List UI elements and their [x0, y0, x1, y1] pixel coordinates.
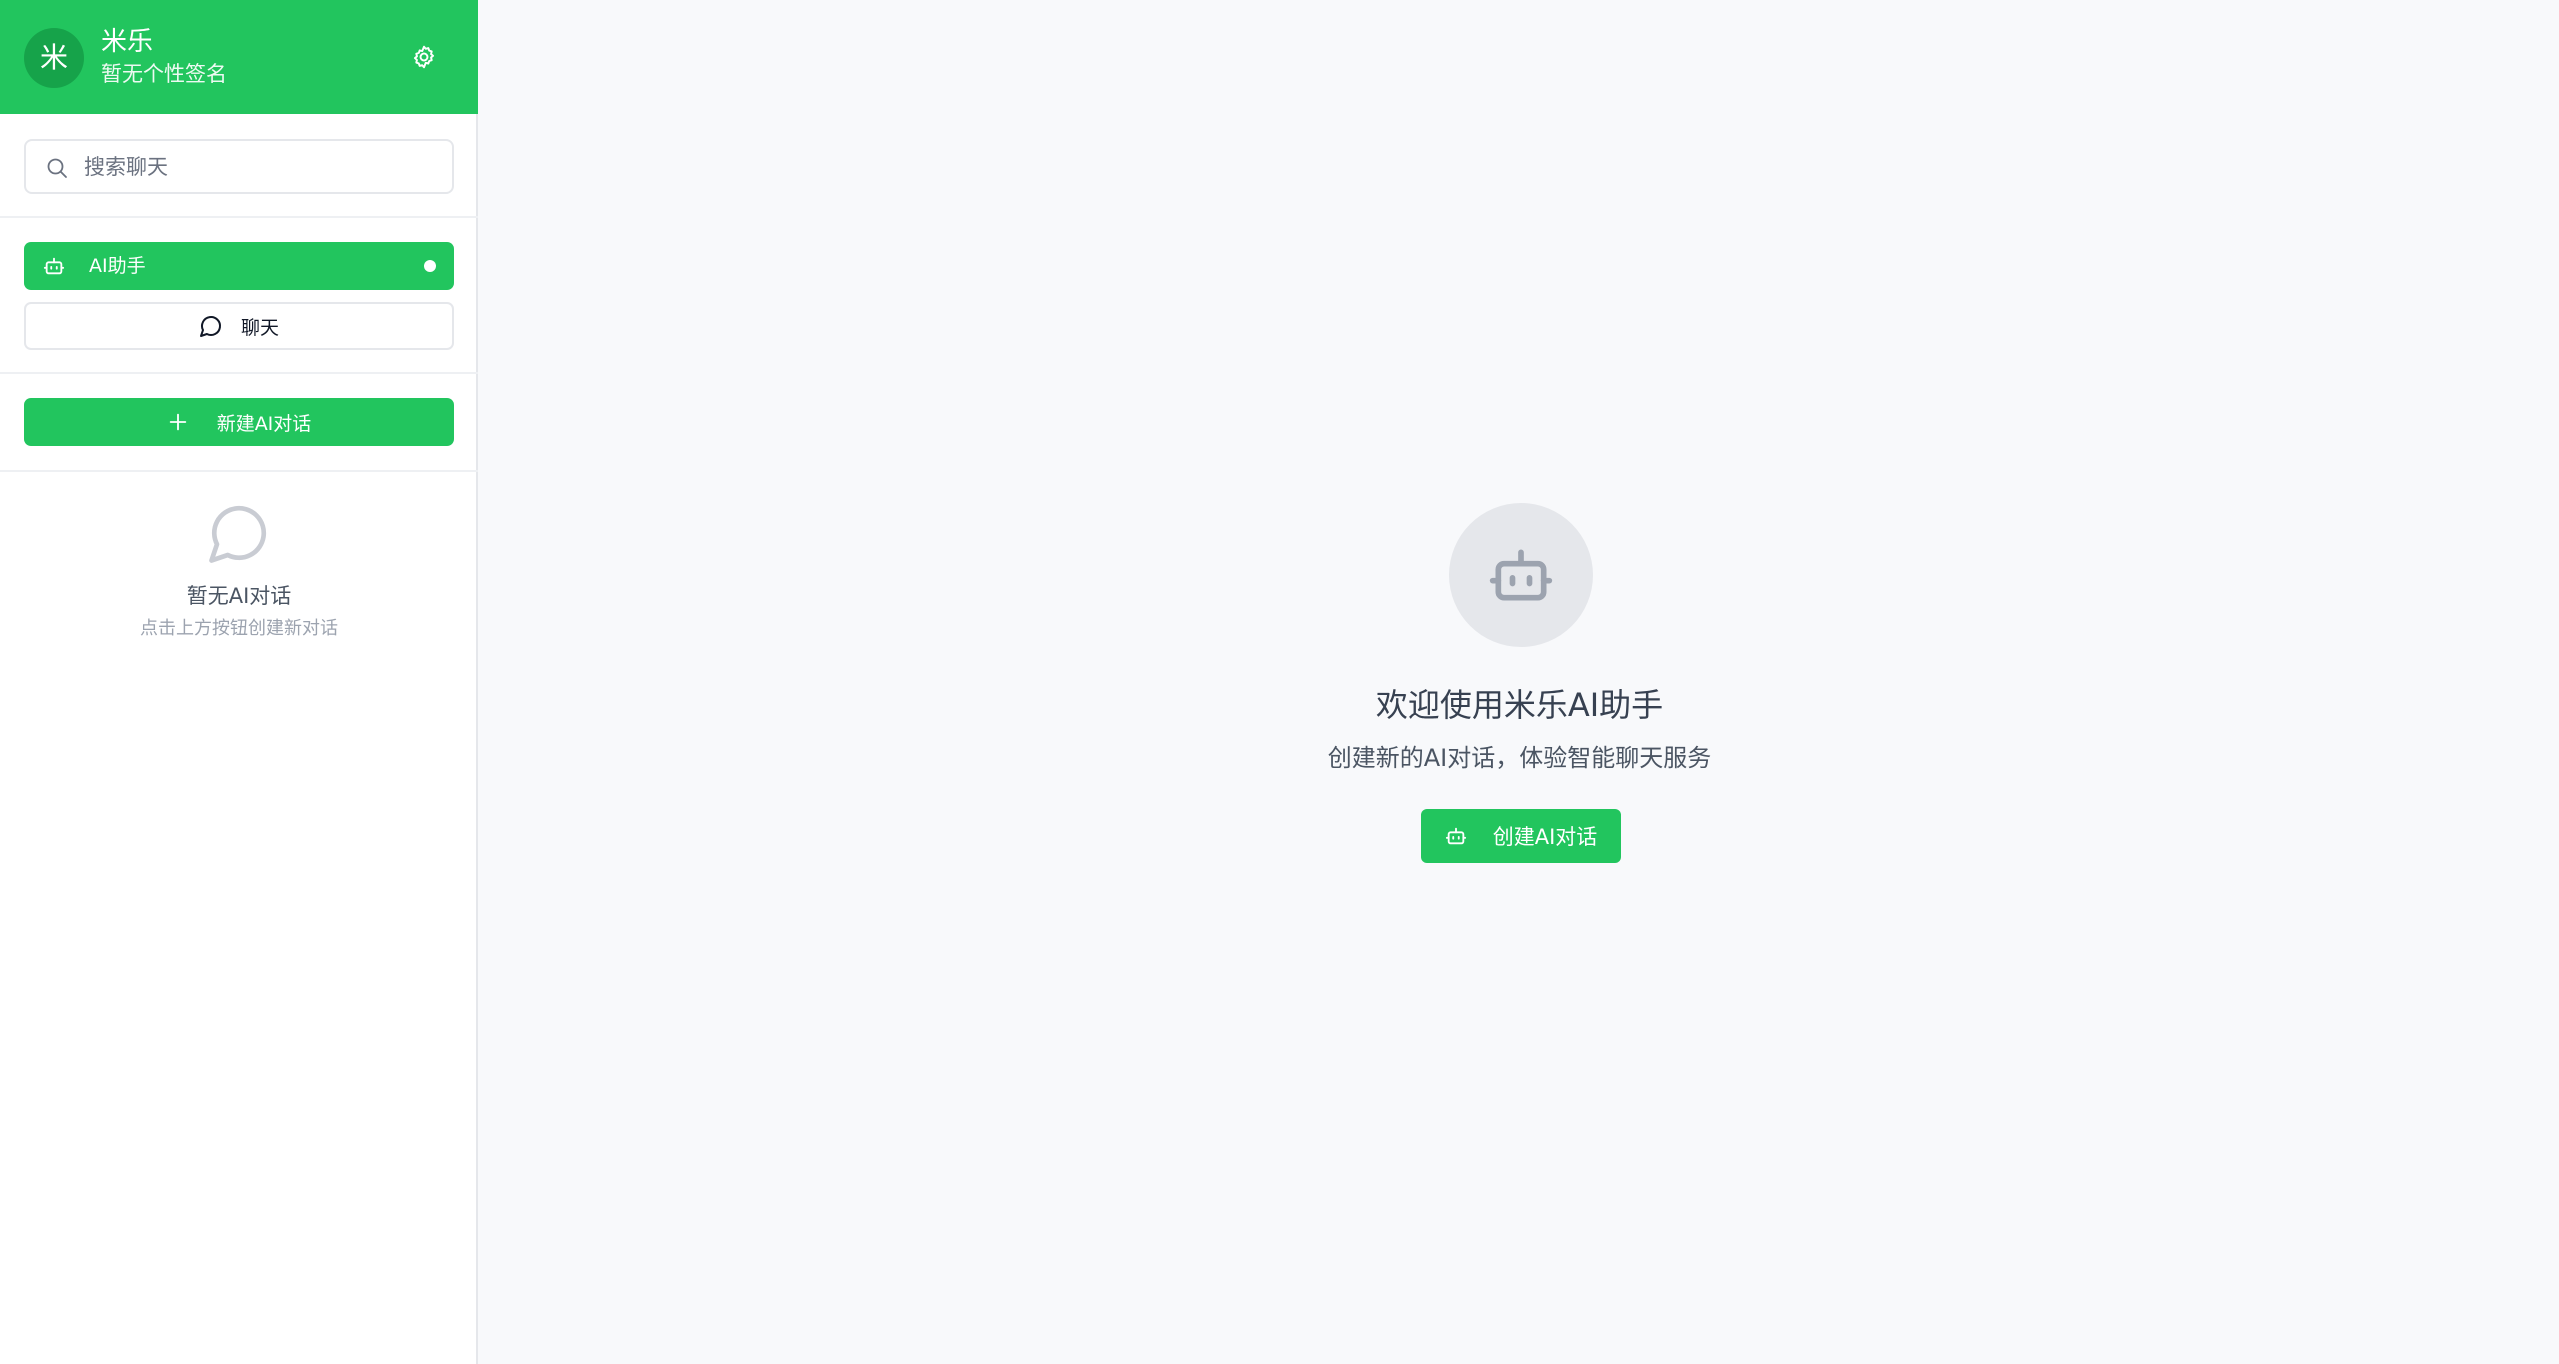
chat-bubble-icon: [209, 505, 267, 563]
app-root: 米 米乐 暂无个性签名 搜索聊天 AI助手 聊天 新建AI对话 暂无AI对话 点…: [0, 0, 2559, 1364]
settings-button[interactable]: [406, 42, 442, 72]
welcome-robot-badge: [1449, 503, 1593, 647]
empty-conversation-list: 暂无AI对话 点击上方按钮创建新对话: [0, 500, 478, 650]
plus-icon: [169, 413, 186, 431]
robot-icon: [1445, 827, 1466, 845]
user-name: 米乐: [101, 27, 154, 57]
tab-chat[interactable]: 聊天: [24, 302, 454, 350]
tab-ai-assistant[interactable]: AI助手: [24, 242, 454, 290]
search-input[interactable]: [84, 141, 444, 192]
new-chat-section: 新建AI对话: [0, 374, 478, 472]
gear-icon: [413, 45, 435, 69]
new-ai-chat-label: 新建AI对话: [216, 412, 312, 435]
welcome-panel: 欢迎使用米乐AI助手 创建新的AI对话，体验智能聊天服务 创建AI对话: [480, 0, 2559, 1364]
user-signature: 暂无个性签名: [101, 62, 227, 86]
main-panel: 欢迎使用米乐AI助手 创建新的AI对话，体验智能聊天服务 创建AI对话: [480, 0, 2559, 1364]
empty-list-title: 暂无AI对话: [186, 584, 292, 608]
create-ai-chat-label: 创建AI对话: [1492, 825, 1598, 849]
welcome-subtitle: 创建新的AI对话，体验智能聊天服务: [1327, 744, 1712, 772]
search-section: [0, 114, 478, 218]
new-ai-chat-button[interactable]: 新建AI对话: [24, 398, 454, 446]
tab-chat-content: 聊天: [26, 304, 452, 348]
search-box[interactable]: [24, 139, 454, 194]
search-icon: [44, 155, 70, 181]
create-ai-chat-button[interactable]: 创建AI对话: [1421, 809, 1621, 863]
robot-icon: [1489, 549, 1553, 601]
active-indicator-dot: [424, 260, 436, 272]
avatar[interactable]: 米: [24, 28, 84, 88]
tab-ai-label: AI助手: [89, 255, 146, 277]
tab-chat-label: 聊天: [240, 316, 279, 339]
tabs-section: AI助手 聊天: [0, 218, 478, 374]
sidebar: 米 米乐 暂无个性签名 搜索聊天 AI助手 聊天 新建AI对话 暂无AI对话 点…: [0, 0, 478, 1364]
chat-bubble-icon: [199, 316, 221, 337]
welcome-title: 欢迎使用米乐AI助手: [1375, 686, 1664, 724]
empty-list-hint: 点击上方按钮创建新对话: [140, 618, 338, 639]
robot-icon: [42, 254, 66, 278]
profile-header: 米 米乐 暂无个性签名: [0, 0, 478, 114]
